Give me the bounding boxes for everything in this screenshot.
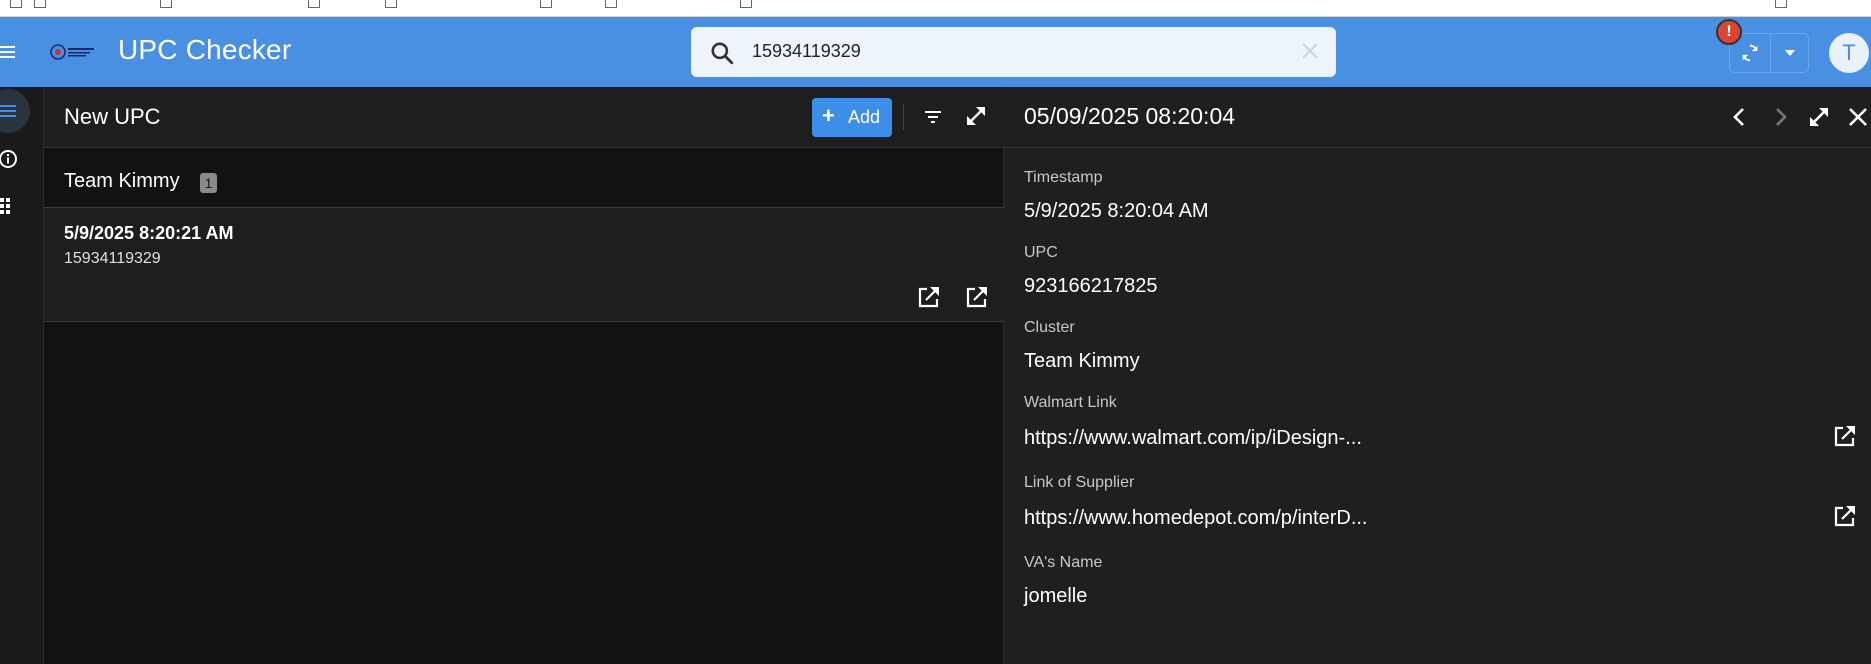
info-icon — [0, 150, 17, 168]
timestamp-label: Timestamp — [1024, 169, 1103, 186]
sync-dropdown-button[interactable] — [1770, 34, 1809, 72]
header-divider — [903, 104, 904, 130]
upc-value: 923166217825 — [1024, 275, 1158, 297]
detail-title: 05/09/2025 08:20:04 — [1024, 103, 1236, 129]
chevron-left-icon[interactable] — [1726, 103, 1754, 131]
va-name-label: VA's Name — [1024, 554, 1103, 571]
expand-icon[interactable] — [962, 102, 990, 130]
group-header[interactable]: Team Kimmy 1 — [44, 148, 1004, 208]
group-name: Team Kimmy — [64, 170, 180, 192]
add-button-label: Add — [848, 107, 881, 127]
app-title: UPC Checker — [118, 34, 292, 65]
apps-icon — [0, 198, 10, 214]
clear-search-icon[interactable] — [1298, 39, 1322, 63]
bookmark-icon[interactable] — [34, 0, 46, 8]
bookmark-icon[interactable] — [605, 0, 617, 8]
bookmark-icon[interactable] — [740, 0, 752, 8]
app-bar: UPC Checker 15934119329 ! T — [0, 17, 1871, 87]
bookmark-icon[interactable] — [1775, 0, 1787, 8]
hamburger-menu-icon[interactable] — [0, 37, 24, 67]
timestamp-value: 5/9/2025 8:20:04 AM — [1024, 200, 1209, 222]
chevron-right-icon[interactable] — [1766, 103, 1794, 131]
filter-icon[interactable] — [920, 104, 946, 130]
rail-info-button[interactable] — [0, 137, 30, 181]
list-item[interactable]: 5/9/2025 8:20:21 AM 15934119329 — [44, 208, 1004, 322]
menu-icon — [0, 105, 16, 117]
rail-apps-button[interactable] — [0, 184, 30, 228]
plus-icon: + — [822, 103, 835, 128]
group-count-badge: 1 — [200, 173, 217, 193]
app-logo — [50, 44, 94, 60]
sync-icon — [1742, 44, 1758, 62]
supplier-link-value[interactable]: https://www.homedepot.com/p/interD... — [1024, 507, 1368, 530]
user-avatar[interactable]: T — [1829, 33, 1869, 73]
va-name-value: jomelle — [1024, 585, 1088, 607]
detail-panel: 05/09/2025 08:20:04 Timestamp 5/9/2025 8… — [1004, 87, 1871, 664]
search-icon — [711, 42, 734, 65]
search-input[interactable]: 15934119329 — [752, 41, 861, 62]
alert-badge-icon[interactable]: ! — [1716, 19, 1742, 45]
bookmark-icon[interactable] — [160, 0, 172, 8]
view-title[interactable]: New UPC — [64, 104, 161, 130]
open-walmart-link-icon[interactable] — [916, 284, 942, 310]
add-button[interactable]: + Add — [812, 98, 892, 137]
supplier-link-label: Link of Supplier — [1024, 474, 1135, 491]
bookmark-icon[interactable] — [308, 0, 320, 8]
record-upc: 15934119329 — [64, 250, 161, 267]
detail-header: 05/09/2025 08:20:04 — [1004, 87, 1871, 148]
cluster-value: Team Kimmy — [1024, 350, 1140, 372]
upc-label: UPC — [1024, 244, 1058, 261]
expand-icon[interactable] — [1805, 103, 1833, 131]
bookmark-icon[interactable] — [540, 0, 552, 8]
bookmarks-bar — [0, 0, 1871, 17]
walmart-link-label: Walmart Link — [1024, 394, 1117, 411]
bookmark-icon[interactable] — [385, 0, 397, 8]
cluster-label: Cluster — [1024, 319, 1075, 336]
rail-menu-button[interactable] — [0, 89, 30, 133]
chevron-down-icon — [1785, 50, 1795, 56]
record-timestamp: 5/9/2025 8:20:21 AM — [64, 223, 234, 243]
search-bar[interactable]: 15934119329 — [691, 27, 1336, 77]
open-link-icon[interactable] — [1832, 423, 1858, 449]
list-header: New UPC + Add — [44, 87, 1004, 148]
sync-button-group — [1729, 33, 1809, 73]
open-supplier-link-icon[interactable] — [964, 284, 990, 310]
open-link-icon[interactable] — [1832, 503, 1858, 529]
close-icon[interactable] — [1844, 103, 1871, 131]
list-panel: New UPC + Add Team Kimmy 1 5/9/2025 8:20… — [44, 87, 1004, 664]
nav-rail — [0, 87, 44, 664]
walmart-link-value[interactable]: https://www.walmart.com/ip/iDesign-... — [1024, 427, 1362, 450]
bookmark-icon[interactable] — [10, 0, 22, 8]
